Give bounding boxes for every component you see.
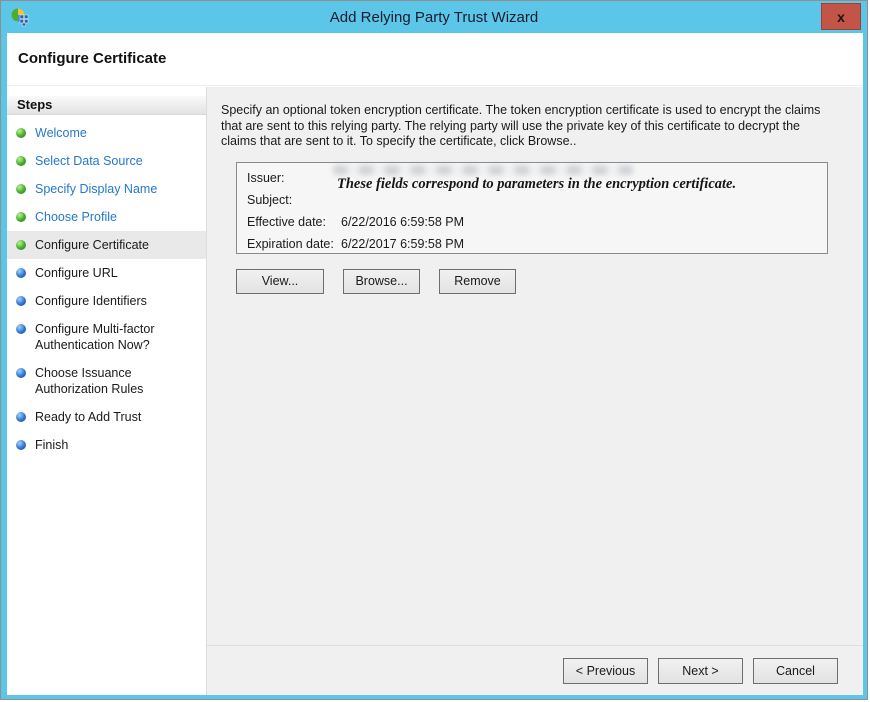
sidebar-step-configure-url: Configure URL: [7, 259, 206, 287]
close-button[interactable]: x: [821, 3, 861, 30]
cert-field-value: 6/22/2016 6:59:58 PM: [341, 215, 464, 229]
step-label: Finish: [35, 438, 68, 452]
sidebar-step-configure-multi-factor-authentication-now: Configure Multi-factor Authentication No…: [7, 315, 206, 359]
certificate-details-box: Issuer: Subject: Effective date:6/22/2016 …: [236, 162, 828, 254]
next-button[interactable]: Next >: [658, 658, 743, 684]
step-label: Select Data Source: [35, 154, 143, 168]
certificate-actions: View... Browse... Remove: [236, 269, 847, 294]
page-title: Configure Certificate: [7, 33, 863, 67]
step-done-dot-icon: [16, 184, 26, 194]
description-text: Specify an optional token encryption cer…: [221, 103, 833, 150]
step-done-dot-icon: [16, 212, 26, 222]
step-done-dot-icon: [16, 156, 26, 166]
step-pending-dot-icon: [16, 324, 26, 334]
cancel-button[interactable]: Cancel: [753, 658, 838, 684]
footer-bar: < Previous Next > Cancel: [207, 645, 863, 695]
step-pending-dot-icon: [16, 440, 26, 450]
view-button[interactable]: View...: [236, 269, 324, 294]
steps-sidebar: Steps Welcome Select Data Source Specify D…: [7, 87, 207, 695]
main-panel: Specify an optional token encryption cer…: [207, 87, 863, 695]
previous-button[interactable]: < Previous: [563, 658, 648, 684]
sidebar-step-ready-to-add-trust: Ready to Add Trust: [7, 403, 206, 431]
step-label: Specify Display Name: [35, 182, 157, 196]
cert-field-label: Effective date:: [247, 215, 341, 229]
close-icon: x: [837, 10, 845, 24]
sidebar-step-finish: Finish: [7, 431, 206, 459]
steps-header: Steps: [7, 95, 206, 115]
sidebar-step-select-data-source[interactable]: Select Data Source: [7, 147, 206, 175]
step-done-dot-icon: [16, 128, 26, 138]
step-label: Welcome: [35, 126, 87, 140]
step-done-dot-icon: [16, 240, 26, 250]
step-pending-dot-icon: [16, 268, 26, 278]
step-label: Ready to Add Trust: [35, 410, 141, 424]
sidebar-step-specify-display-name[interactable]: Specify Display Name: [7, 175, 206, 203]
sidebar-step-configure-certificate: Configure Certificate: [7, 231, 206, 259]
annotation-text: These fields correspond to parameters in…: [337, 176, 819, 193]
sidebar-step-choose-profile[interactable]: Choose Profile: [7, 203, 206, 231]
cert-field-value: 6/22/2017 6:59:58 PM: [341, 237, 464, 251]
step-pending-dot-icon: [16, 296, 26, 306]
remove-button[interactable]: Remove: [439, 269, 516, 294]
step-label: Configure Certificate: [35, 238, 149, 252]
redacted-smudge: [333, 165, 633, 175]
wizard-window: Add Relying Party Trust Wizard x Configu…: [0, 0, 868, 700]
main-content: Specify an optional token encryption cer…: [207, 87, 863, 645]
content-row: Steps Welcome Select Data Source Specify D…: [7, 87, 863, 695]
step-label: Choose Issuance Authorization Rules: [35, 366, 143, 396]
cert-field-label: Expiration date:: [247, 237, 341, 251]
titlebar: Add Relying Party Trust Wizard x: [1, 1, 867, 33]
step-label: Choose Profile: [35, 210, 117, 224]
step-pending-dot-icon: [16, 368, 26, 378]
browse-button[interactable]: Browse...: [343, 269, 420, 294]
header-band: Configure Certificate: [7, 33, 863, 86]
step-label: Configure Identifiers: [35, 294, 147, 308]
step-label: Configure URL: [35, 266, 118, 280]
sidebar-step-welcome[interactable]: Welcome: [7, 119, 206, 147]
cert-field-row: Effective date:6/22/2016 6:59:58 PM: [247, 211, 817, 233]
window-title: Add Relying Party Trust Wizard: [1, 9, 867, 26]
step-pending-dot-icon: [16, 412, 26, 422]
cert-field-label: Issuer:: [247, 171, 341, 185]
dialog-body: Configure Certificate Steps Welcome Selec…: [7, 33, 863, 695]
cert-field-row: Expiration date:6/22/2017 6:59:58 PM: [247, 233, 817, 255]
sidebar-step-choose-issuance-authorization-rules: Choose Issuance Authorization Rules: [7, 359, 206, 403]
cert-field-label: Subject:: [247, 193, 341, 207]
step-label: Configure Multi-factor Authentication No…: [35, 322, 155, 352]
sidebar-step-configure-identifiers: Configure Identifiers: [7, 287, 206, 315]
steps-list: Welcome Select Data Source Specify Display…: [7, 119, 206, 459]
